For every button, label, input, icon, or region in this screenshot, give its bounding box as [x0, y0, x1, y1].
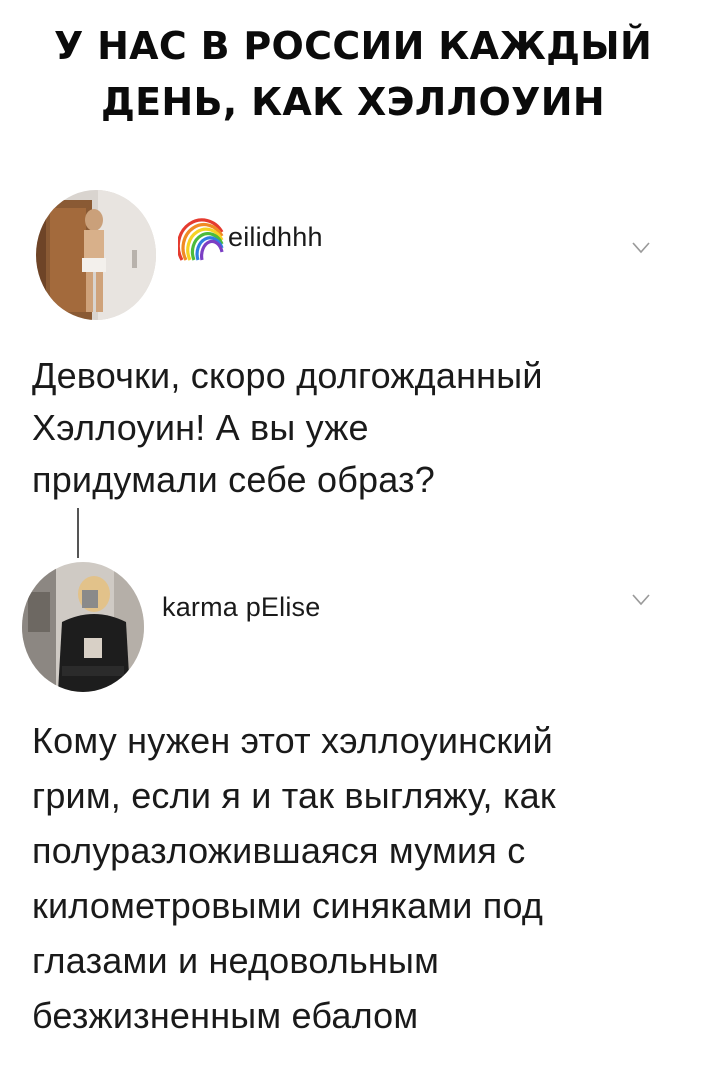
username[interactable]: eilidhhh — [228, 222, 323, 253]
post-text-line: Хэллоуин! А вы уже — [32, 407, 369, 448]
post-text: Кому нужен этот хэллоуинский грим, если … — [32, 713, 556, 1043]
meme-title-line: У НАС В РОССИИ КАЖДЫЙ — [53, 24, 653, 68]
post-text-line: полуразложившаяся мумия с — [32, 830, 526, 871]
username[interactable]: karma pElise — [162, 592, 320, 623]
chevron-down-icon[interactable] — [632, 242, 650, 254]
post-text-line: придумали себе образ? — [32, 459, 435, 500]
post-text: Девочки, скоро долгожданный Хэллоуин! А … — [32, 350, 543, 506]
chevron-down-icon[interactable] — [632, 594, 650, 606]
post-text-line: Девочки, скоро долгожданный — [32, 355, 543, 396]
post-text-line: километровыми синяками под — [32, 885, 544, 926]
meme-title-line: ДЕНЬ, КАК ХЭЛЛОУИН — [101, 80, 605, 124]
post-text-line: грим, если я и так выгляжу, как — [32, 775, 556, 816]
rainbow-icon — [178, 218, 224, 261]
avatar[interactable] — [22, 562, 144, 692]
post-text-line: глазами и недовольным — [32, 940, 440, 981]
post-text-line: безжизненным ебалом — [32, 995, 419, 1036]
avatar[interactable] — [36, 190, 156, 320]
post-text-line: Кому нужен этот хэллоуинский — [32, 720, 553, 761]
meme-title: У НАС В РОССИИ КАЖДЫЙ ДЕНЬ, КАК ХЭЛЛОУИН — [0, 18, 706, 130]
thread-line — [77, 508, 79, 558]
